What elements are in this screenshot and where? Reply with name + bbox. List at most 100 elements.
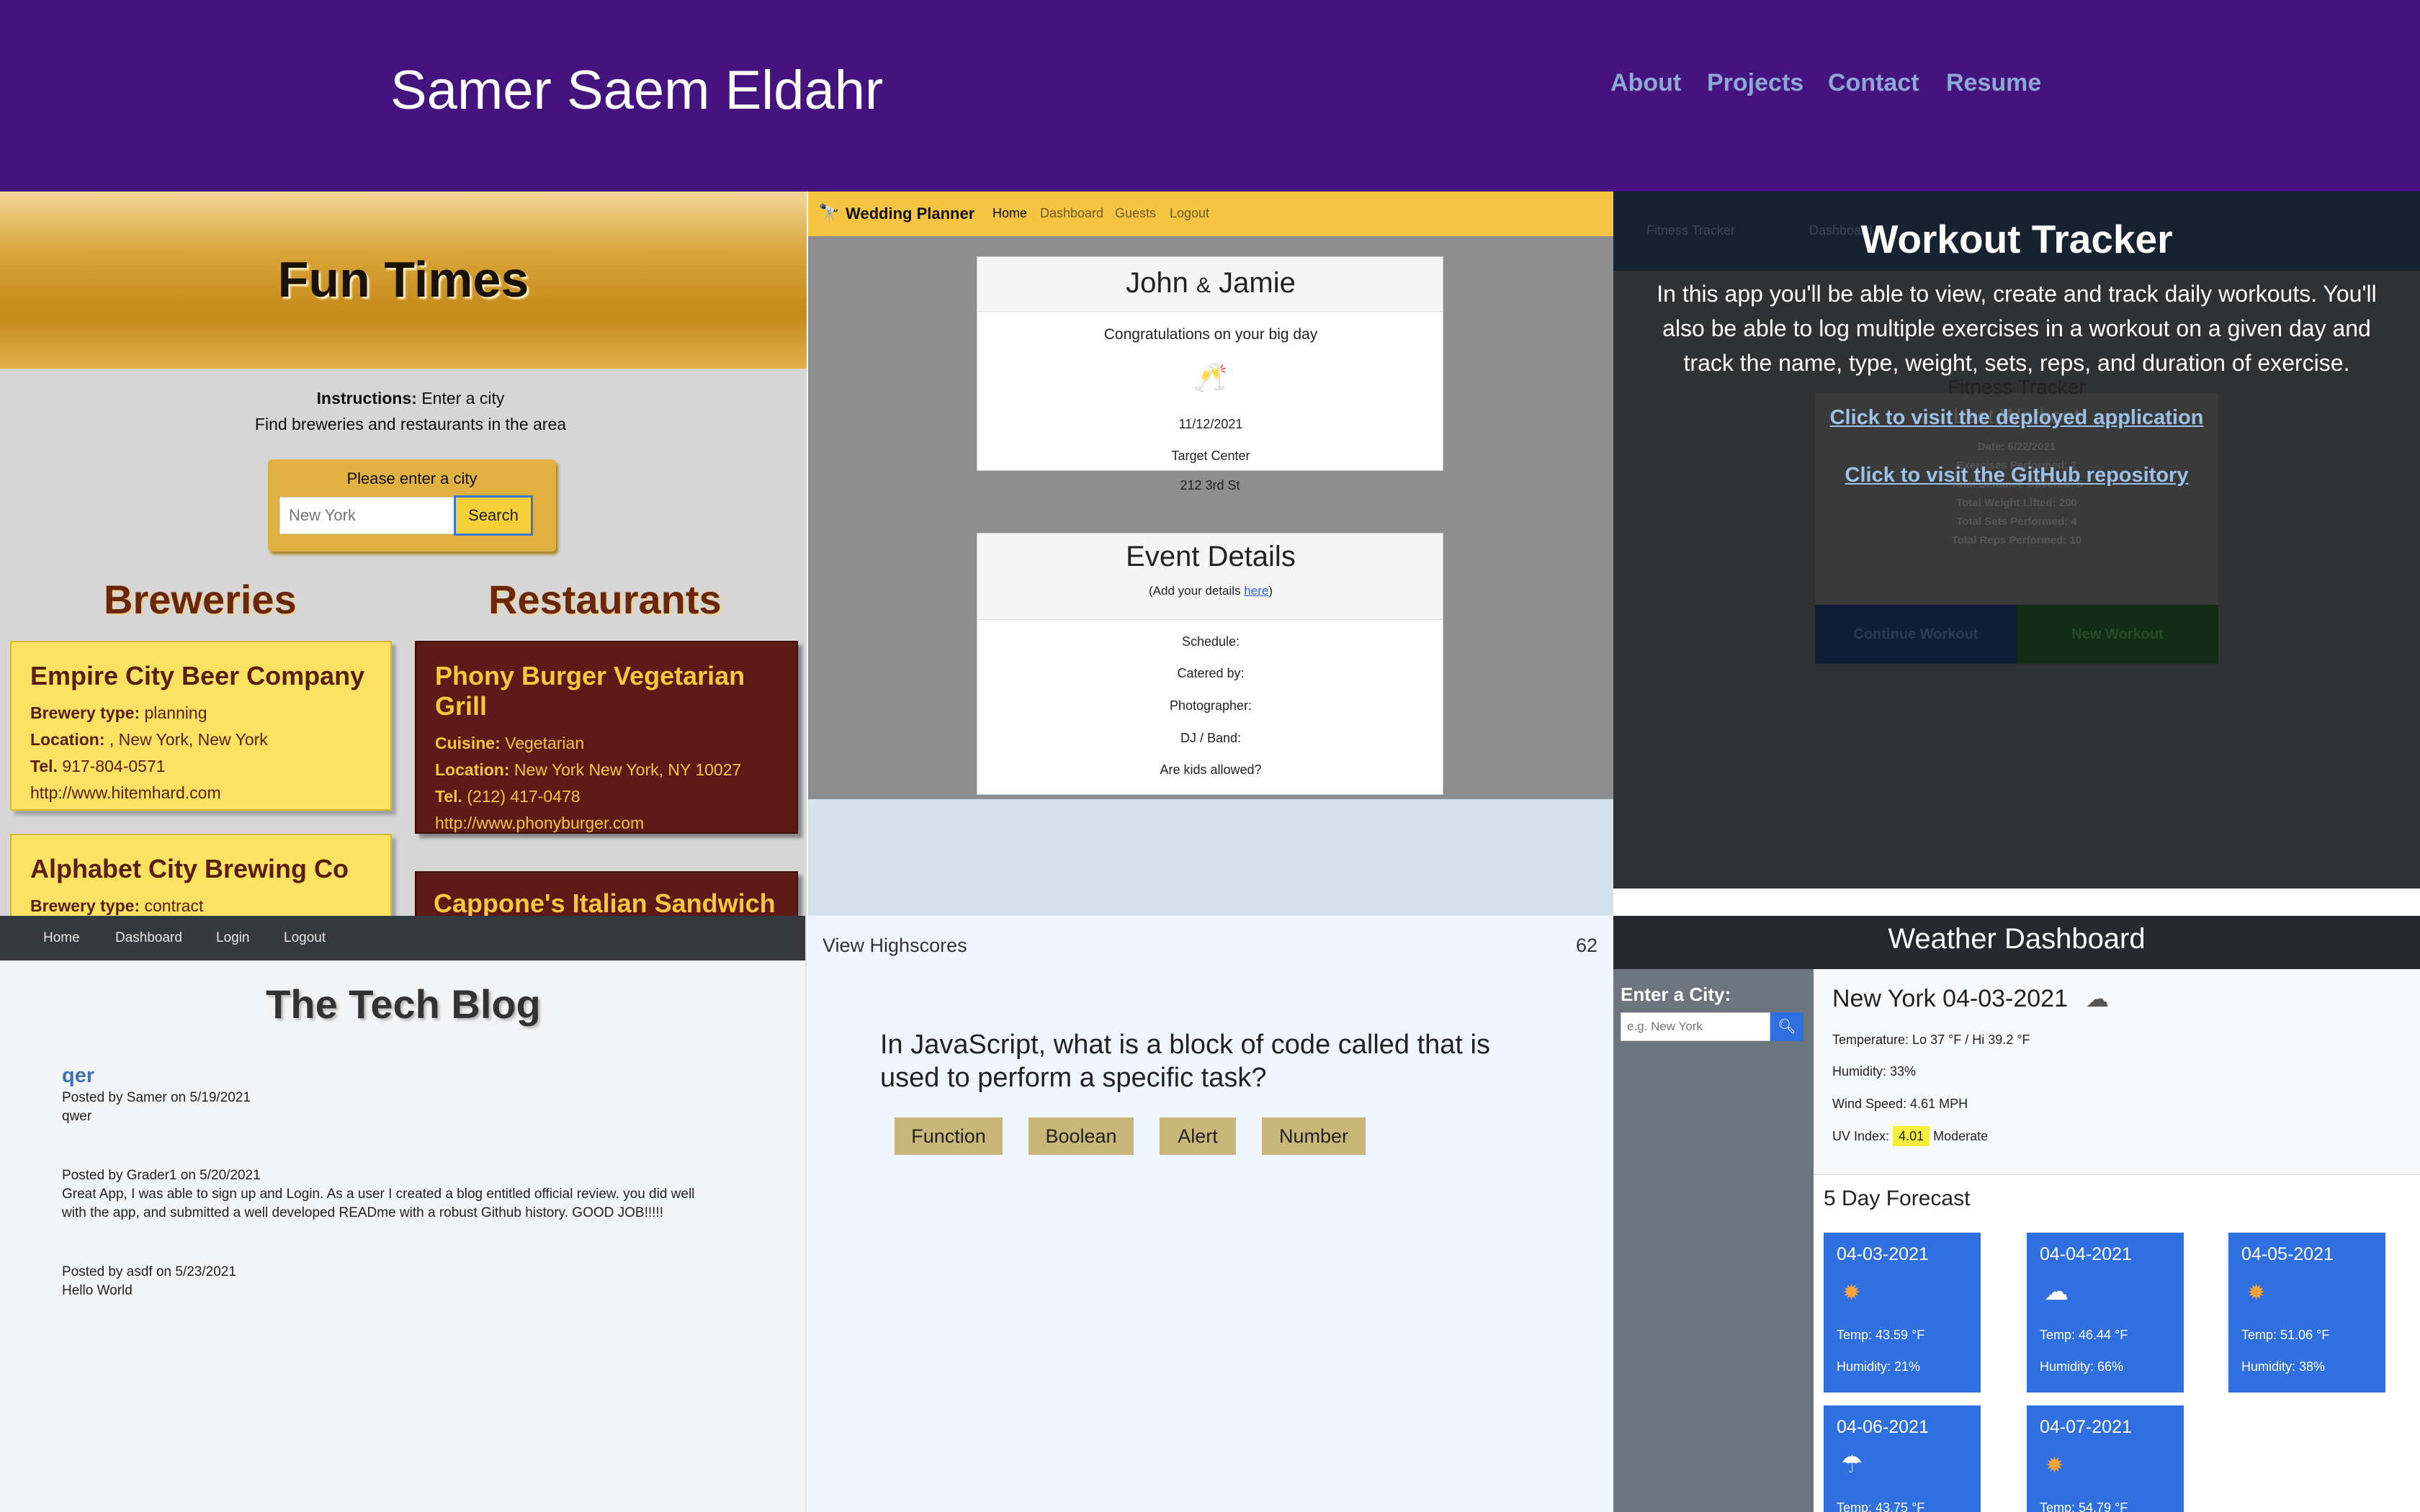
brewery-type: Brewery type: planning — [30, 700, 390, 726]
forecast-temp: Temp: 43.75 °F — [1837, 1500, 1925, 1512]
project-wedding-planner[interactable]: 🔭 Wedding Planner Home Dashboard Guests … — [808, 192, 1613, 916]
tech-nav-logout[interactable]: Logout — [284, 930, 326, 946]
tech-blog-navbar: Home Dashboard Login Logout — [0, 916, 805, 960]
current-temperature: Temperature: Lo 37 °F / Hi 39.2 °F — [1832, 1032, 2030, 1047]
project-tech-blog[interactable]: Home Dashboard Login Logout The Tech Blo… — [0, 916, 807, 1512]
deployed-app-link[interactable]: Click to visit the deployed application — [1613, 406, 2420, 430]
restaurant-name: Phony Burger Vegetarian — [435, 661, 745, 690]
field-photographer: Photographer: — [1169, 698, 1252, 713]
bg-new-workout: New Workout — [2017, 605, 2218, 664]
city-input[interactable] — [279, 497, 455, 534]
forecast-card: 04-03-2021 ✹ Temp: 43.59 °F Humidity: 21… — [1824, 1233, 1981, 1392]
partner-one: John — [1126, 267, 1188, 299]
tel-value: 917-804-0571 — [62, 757, 166, 775]
uv-value-badge: 4.01 — [1893, 1126, 1930, 1146]
answer-button[interactable]: Function — [895, 1117, 1003, 1155]
binoculars-icon: 🔭 — [818, 204, 840, 223]
location-value: New York New York, NY 10027 — [514, 760, 742, 779]
tech-nav-dashboard[interactable]: Dashboard — [115, 930, 182, 946]
workout-tracker-description: In this app you'll be able to view, crea… — [1657, 281, 2377, 376]
tel-label: Tel. — [30, 757, 58, 775]
wedding-date: 11/12/2021 — [1178, 417, 1243, 431]
wedding-nav-dashboard[interactable]: Dashboard — [1040, 206, 1103, 221]
field-schedule: Schedule: — [1181, 634, 1240, 649]
forecast-date: 04-05-2021 — [2241, 1244, 2334, 1264]
nav-about[interactable]: About — [1610, 69, 1681, 97]
question-text: In JavaScript, what is a block of code c… — [880, 1028, 1490, 1094]
post-title[interactable]: qer — [62, 1064, 94, 1088]
weather-sidebar: Enter a City: 🔍︎ — [1613, 969, 1814, 1512]
type-label: Brewery type: — [30, 896, 140, 915]
wedding-address: 212 3rd St — [1180, 478, 1240, 492]
project-code-quiz[interactable]: View Highscores 62 In JavaScript, what i… — [808, 916, 1613, 1512]
nav-projects[interactable]: Projects — [1707, 69, 1803, 97]
view-highscores-link[interactable]: View Highscores — [823, 935, 967, 957]
restaurant-card[interactable]: Phony Burger Vegetarian Grill Cuisine: V… — [415, 641, 798, 834]
brewery-card[interactable]: Alphabet City Brewing Co Brewery type: c… — [10, 834, 392, 916]
wedding-nav-logout[interactable]: Logout — [1170, 206, 1209, 221]
forecast-temp: Temp: 46.44 °F — [2040, 1328, 2128, 1342]
nav-contact[interactable]: Contact — [1828, 69, 1919, 97]
bg-continue-workout: Continue Workout — [1815, 605, 2017, 664]
forecast-date: 04-07-2021 — [2040, 1417, 2132, 1437]
add-details-note: (Add your details here) — [977, 584, 1444, 598]
comment-body-cont: with the app, and submitted a well devel… — [62, 1205, 663, 1220]
city-input[interactable] — [1621, 1012, 1770, 1041]
brewery-card[interactable]: Empire City Beer Company Brewery type: p… — [10, 641, 392, 811]
restaurant-tel: Tel. (212) 417-0478 — [435, 783, 797, 810]
forecast-card: 04-05-2021 ✹ Temp: 51.06 °F Humidity: 38… — [2228, 1233, 2385, 1392]
project-workout-tracker[interactable]: Fitness Tracker Dashboard Last Workout D… — [1613, 192, 2420, 888]
comment-body: Hello World — [62, 1283, 133, 1298]
wedding-brand[interactable]: Wedding Planner — [846, 204, 974, 223]
project-fun-times[interactable]: Fun Times Instructions: Enter a city Fin… — [0, 192, 807, 916]
breweries-heading: Breweries — [104, 577, 297, 622]
wedding-nav-home[interactable]: Home — [992, 206, 1027, 221]
restaurant-url[interactable]: http://www.phonyburger.com — [435, 810, 797, 837]
wedding-navbar: 🔭 Wedding Planner Home Dashboard Guests … — [808, 192, 1613, 236]
add-details-suffix: ) — [1268, 584, 1273, 598]
location-value: , New York, New York — [109, 730, 268, 749]
project-weather-dashboard[interactable]: Weather Dashboard Enter a City: 🔍︎ New Y… — [1613, 916, 2420, 1512]
forecast-temp: Temp: 51.06 °F — [2241, 1328, 2330, 1342]
brewery-location: Location: , New York, New York — [30, 726, 390, 753]
instructions-label: Instructions: — [316, 389, 417, 408]
restaurant-location: Location: New York New York, NY 10027 — [435, 757, 797, 783]
field-dj-band: DJ / Band: — [1180, 731, 1242, 745]
tech-nav-login[interactable]: Login — [216, 930, 250, 946]
add-details-link[interactable]: here — [1244, 584, 1268, 598]
answer-button[interactable]: Boolean — [1028, 1117, 1134, 1155]
uv-description: Moderate — [1933, 1129, 1989, 1143]
restaurant-cuisine: Cuisine: Vegetarian — [435, 730, 797, 757]
add-details-prefix: (Add your details — [1148, 584, 1241, 598]
answer-button[interactable]: Alert — [1160, 1117, 1236, 1155]
nav-resume[interactable]: Resume — [1946, 69, 2041, 97]
restaurants-heading: Restaurants — [488, 577, 722, 622]
comment-body: Great App, I was able to sign up and Log… — [62, 1187, 695, 1202]
bg-new-label: New Workout — [2071, 626, 2164, 642]
search-label: Please enter a city — [346, 469, 478, 487]
current-title: New York 04-03-2021 — [1832, 985, 2069, 1012]
forecast-card: 04-07-2021 ✹ Temp: 54.79 °F — [2027, 1405, 2184, 1512]
forecast-date: 04-06-2021 — [1837, 1417, 1929, 1437]
weather-title: Weather Dashboard — [1888, 923, 2146, 955]
brewery-name: Alphabet City Brewing Co — [30, 854, 349, 883]
search-icon[interactable]: 🔍︎ — [1770, 1012, 1803, 1041]
instructions-text: Enter a city — [421, 389, 505, 408]
forecast-date: 04-03-2021 — [1837, 1244, 1929, 1264]
answer-button[interactable]: Number — [1262, 1117, 1366, 1155]
github-repo-link[interactable]: Click to visit the GitHub repository — [1613, 464, 2420, 487]
search-button[interactable]: Search — [454, 495, 533, 536]
brewery-url[interactable]: http://www.hitemhard.com — [30, 780, 390, 806]
forecast-temp: Temp: 43.59 °F — [1837, 1328, 1925, 1342]
post-meta: Posted by Samer on 5/19/2021 — [62, 1090, 251, 1105]
congrats-text: Congratulations on your big day — [1103, 326, 1318, 343]
site-header: Samer Saem Eldahr About Projects Contact… — [0, 0, 2420, 192]
bg-stat: Total Reps Performed: 10 — [1951, 534, 2082, 546]
wedding-nav-guests[interactable]: Guests — [1115, 206, 1156, 221]
cloud-icon: ☁︎ — [2044, 1278, 2069, 1305]
instructions: Instructions: Enter a city — [0, 389, 807, 408]
tech-nav-home[interactable]: Home — [43, 930, 80, 946]
sun-icon: ✹ — [1842, 1281, 1861, 1305]
forecast-temp: Temp: 54.79 °F — [2040, 1500, 2128, 1512]
post-body: qwer — [62, 1109, 92, 1124]
